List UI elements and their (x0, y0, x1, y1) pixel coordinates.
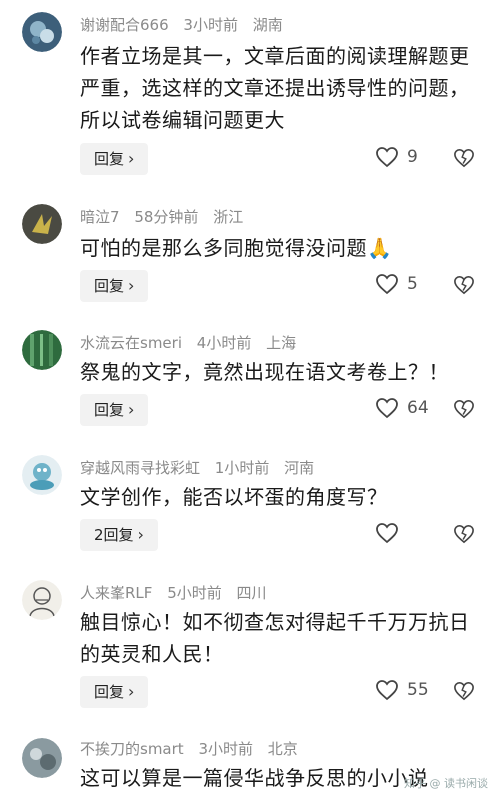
reply-label: 回复 (94, 401, 125, 419)
like-count: 64 (407, 398, 429, 418)
comment-meta: 暗泣7 58分钟前 浙江 (80, 206, 253, 227)
like-count: 5 (407, 274, 418, 294)
chevron-right-icon: › (128, 276, 135, 295)
heart-icon (376, 680, 398, 701)
broken-heart-icon (454, 399, 474, 419)
broken-heart-icon (454, 148, 474, 168)
location: 北京 (267, 740, 298, 758)
like-button[interactable]: 55 (375, 679, 429, 701)
timestamp: 3小时前 (198, 740, 253, 758)
comment-text: 作者立场是其一，文章后面的阅读理解题更严重，选这样的文章还提出诱导性的问题，所以… (80, 44, 470, 132)
heart-icon (376, 523, 398, 544)
reply-button[interactable]: 回复 › (80, 270, 149, 302)
avatar[interactable] (22, 12, 62, 52)
avatar[interactable] (22, 204, 62, 244)
comment-text: 祭鬼的文字，竟然出现在语文考卷上？！ (80, 360, 449, 384)
heart-icon (376, 398, 398, 419)
reply-label: 回复 (94, 150, 125, 168)
chevron-right-icon: › (128, 400, 135, 419)
reply-label: 回复 (94, 277, 125, 295)
location: 上海 (266, 334, 297, 352)
reply-button[interactable]: 回复 › (80, 143, 149, 175)
timestamp: 1小时前 (214, 459, 270, 477)
timestamp: 3小时前 (183, 16, 238, 34)
like-count: 55 (407, 680, 429, 700)
avatar[interactable] (22, 738, 62, 778)
like-button[interactable]: 5 (375, 273, 418, 295)
chevron-right-icon: › (128, 149, 135, 168)
dislike-button[interactable] (453, 275, 475, 299)
comment-meta: 水流云在smeri 4小时前 上海 (80, 332, 306, 353)
comment-text: 触目惊心！如不彻查怎对得起千千万万抗日的英灵和人民！ (80, 610, 470, 666)
watermark: 知乎 @ 读书闲谈 (404, 777, 488, 790)
chevron-right-icon: › (128, 682, 135, 701)
comment-meta: 不挨刀的smart 3小时前 北京 (80, 738, 308, 759)
username[interactable]: 谢谢配合666 (80, 16, 169, 34)
reply-button[interactable]: 回复 › (80, 676, 149, 708)
heart-icon (376, 147, 398, 168)
location: 四川 (236, 584, 267, 602)
like-button[interactable]: 9 (375, 146, 418, 168)
broken-heart-icon (454, 681, 474, 701)
dislike-button[interactable] (453, 148, 475, 172)
chevron-right-icon: › (137, 525, 144, 544)
avatar[interactable] (22, 580, 62, 620)
reply-button[interactable]: 回复 › (80, 394, 149, 426)
dislike-button[interactable] (453, 524, 475, 548)
reply-button[interactable]: 2回复 › (80, 519, 158, 551)
username[interactable]: 穿越风雨寻找彩虹 (80, 459, 200, 477)
timestamp: 5小时前 (167, 584, 222, 602)
timestamp: 58分钟前 (134, 208, 199, 226)
comment-text: 可怕的是那么多同胞觉得没问题🙏 (80, 236, 393, 260)
dislike-button[interactable] (453, 681, 475, 705)
username[interactable]: 水流云在smeri (80, 334, 182, 352)
like-count: 9 (407, 147, 418, 167)
comment-meta: 人来峯RLF 5小时前 四川 (80, 582, 277, 603)
comment-text: 文学创作，能否以坏蛋的角度写？ (80, 485, 388, 509)
broken-heart-icon (454, 524, 474, 544)
location: 浙江 (213, 208, 244, 226)
username[interactable]: 不挨刀的smart (80, 740, 184, 758)
timestamp: 4小时前 (196, 334, 252, 352)
username[interactable]: 暗泣7 (80, 208, 120, 226)
comment-meta: 穿越风雨寻找彩虹 1小时前 河南 (80, 457, 324, 478)
location: 湖南 (252, 16, 283, 34)
heart-icon (376, 274, 398, 295)
reply-label: 2回复 (94, 526, 134, 544)
broken-heart-icon (454, 275, 474, 295)
username[interactable]: 人来峯RLF (80, 584, 152, 602)
like-button[interactable] (375, 522, 399, 544)
dislike-button[interactable] (453, 399, 475, 423)
avatar[interactable] (22, 330, 62, 370)
comment-meta: 谢谢配合666 3小时前 湖南 (80, 14, 293, 35)
reply-label: 回复 (94, 683, 125, 701)
avatar[interactable] (22, 455, 62, 495)
location: 河南 (284, 459, 315, 477)
like-button[interactable]: 64 (375, 397, 429, 419)
